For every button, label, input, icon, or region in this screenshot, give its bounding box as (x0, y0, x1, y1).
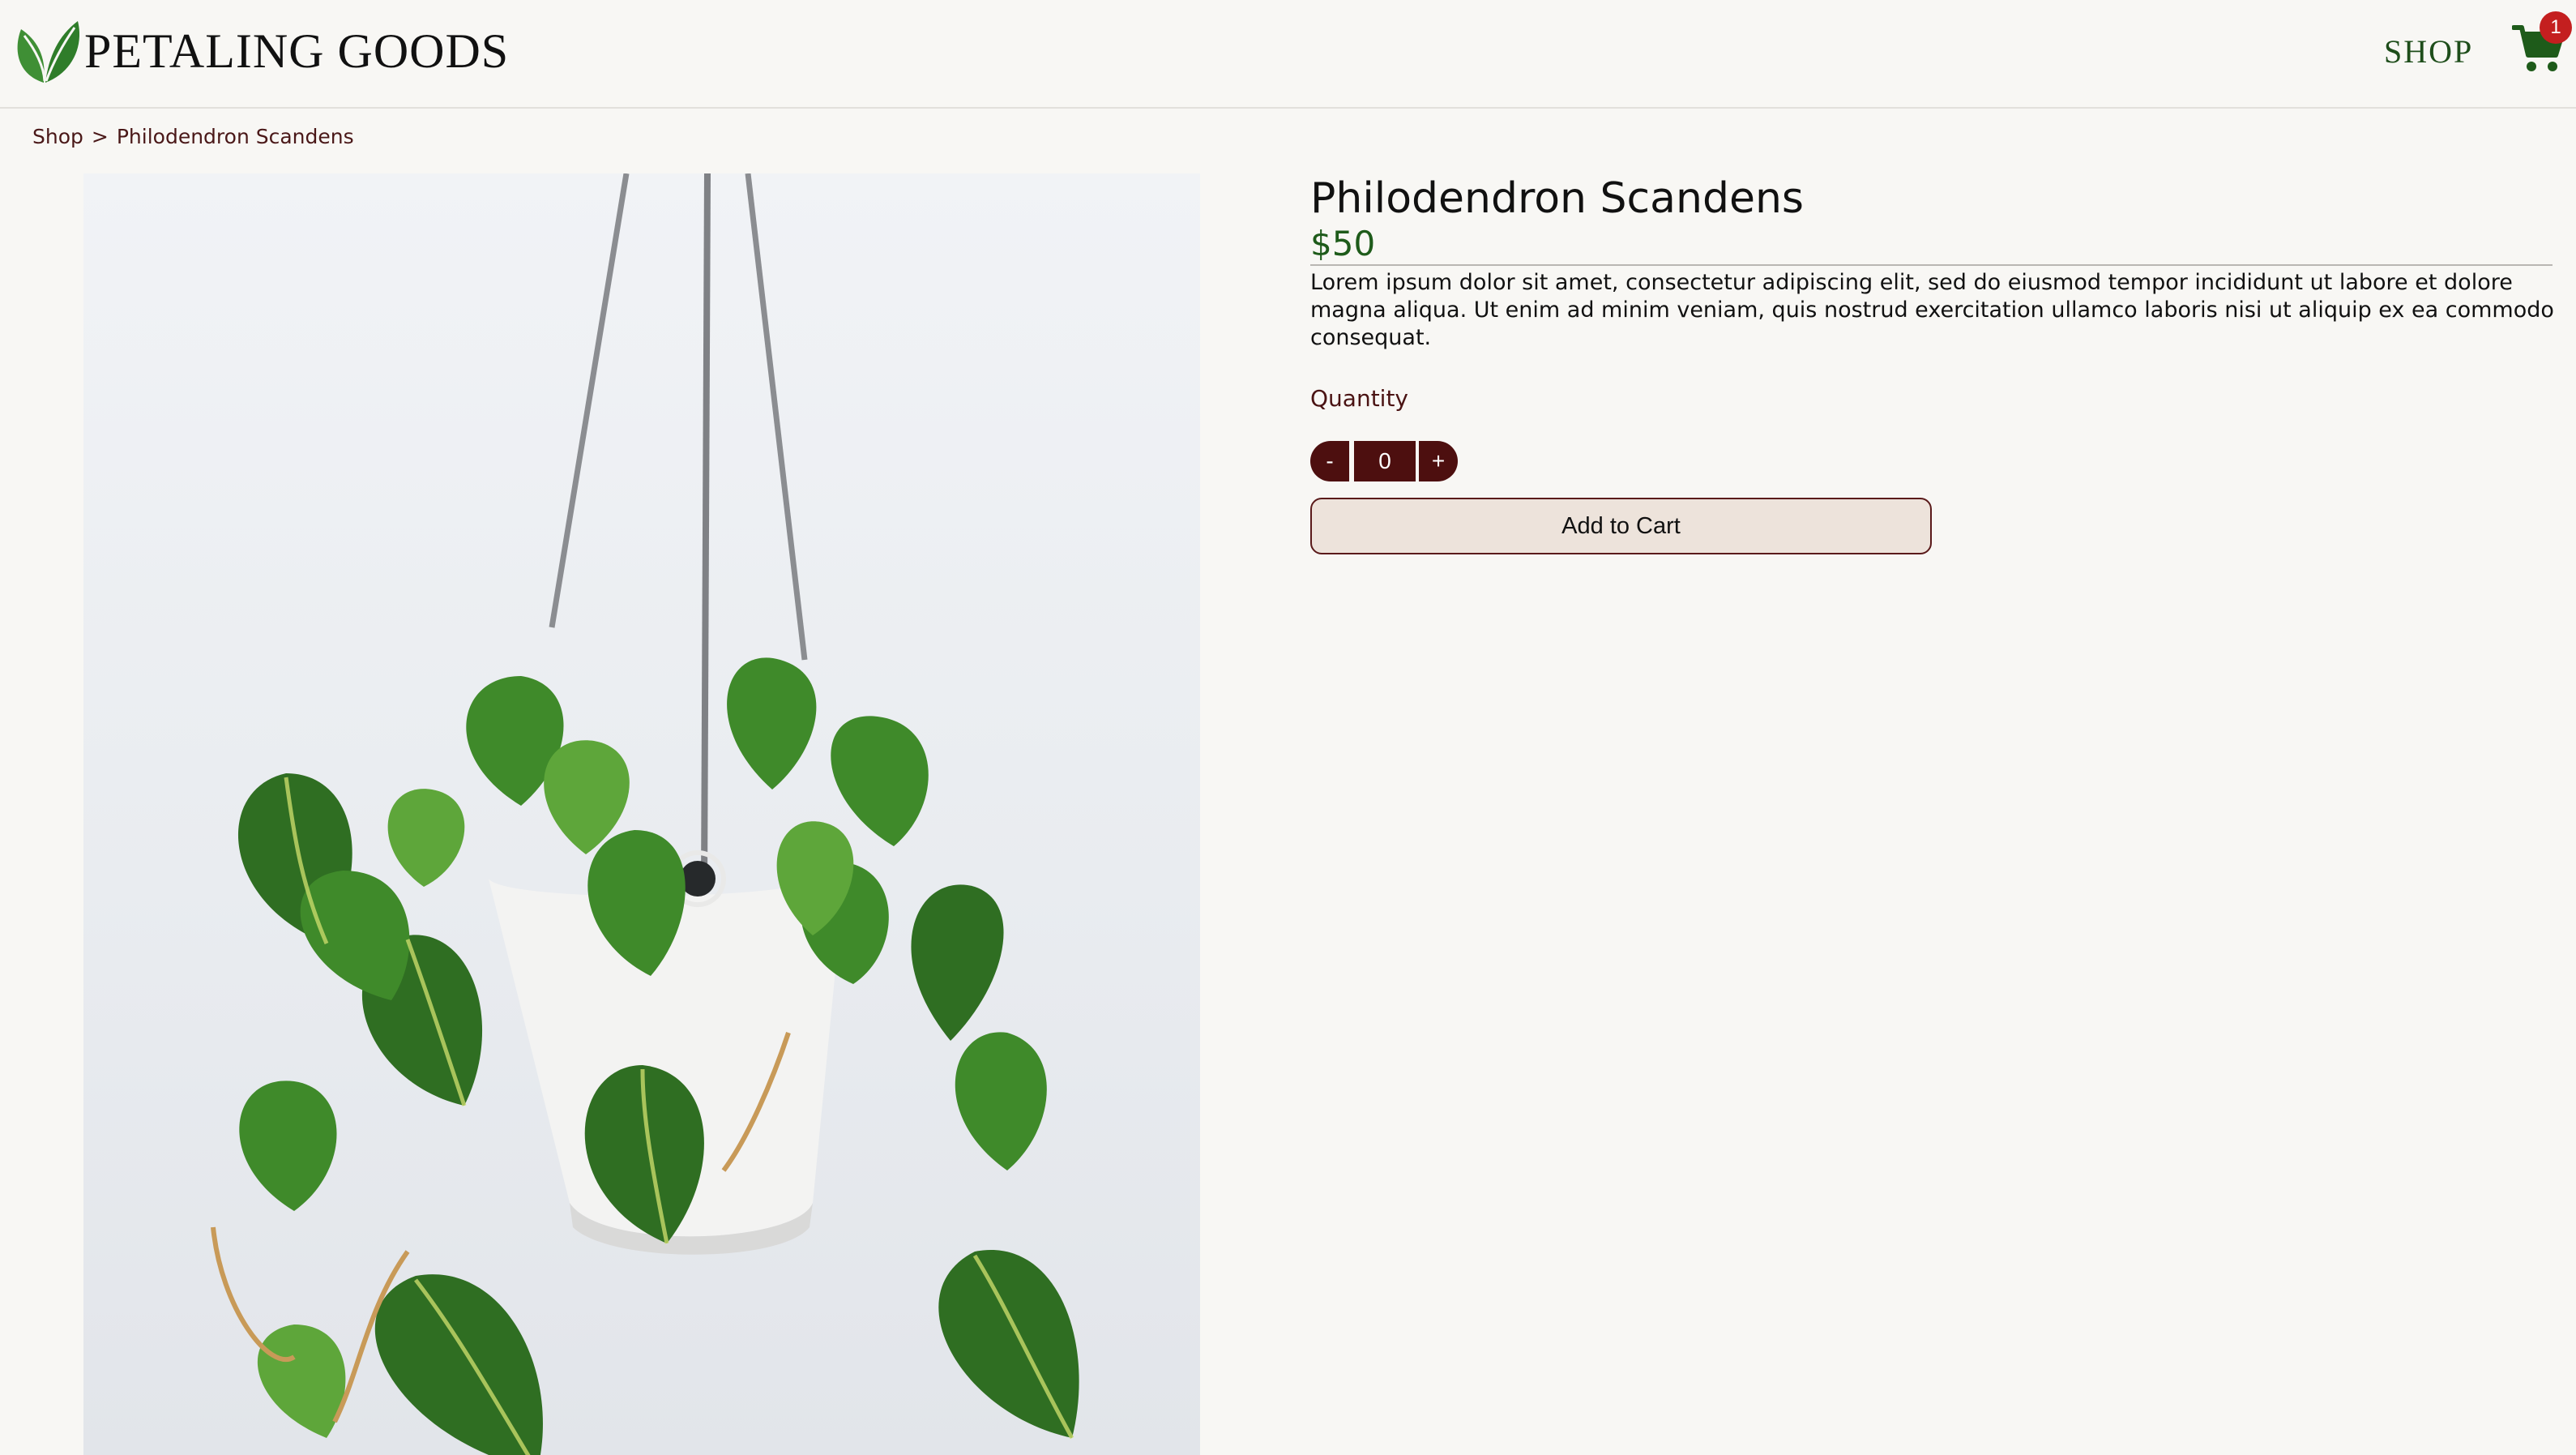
product-price: $50 (1310, 224, 1376, 263)
quantity-increment-button[interactable]: + (1419, 441, 1458, 481)
add-to-cart-button[interactable]: Add to Cart (1310, 498, 1932, 554)
quantity-value[interactable]: 0 (1354, 441, 1416, 481)
product-image (83, 173, 1200, 1455)
breadcrumb-current: Philodendron Scandens (116, 125, 354, 148)
quantity-stepper: - 0 + (1310, 441, 1458, 481)
cart-count-badge: 1 (2540, 11, 2572, 44)
quantity-label: Quantity (1310, 385, 1408, 412)
nav-shop-link[interactable]: SHOP (2384, 32, 2473, 71)
product-title: Philodendron Scandens (1310, 174, 1804, 223)
breadcrumb-shop-link[interactable]: Shop (32, 125, 83, 148)
breadcrumb-separator: > (91, 125, 109, 148)
product-description: Lorem ipsum dolor sit amet, consectetur … (1310, 270, 2554, 350)
leaf-icon[interactable] (11, 18, 80, 84)
breadcrumb: Shop > Philodendron Scandens (32, 123, 354, 151)
brand-name[interactable]: PETALING GOODS (84, 24, 509, 78)
site-header: PETALING GOODS SHOP 1 (0, 0, 2576, 109)
quantity-decrement-button[interactable]: - (1310, 441, 1349, 481)
divider (1310, 264, 2553, 266)
